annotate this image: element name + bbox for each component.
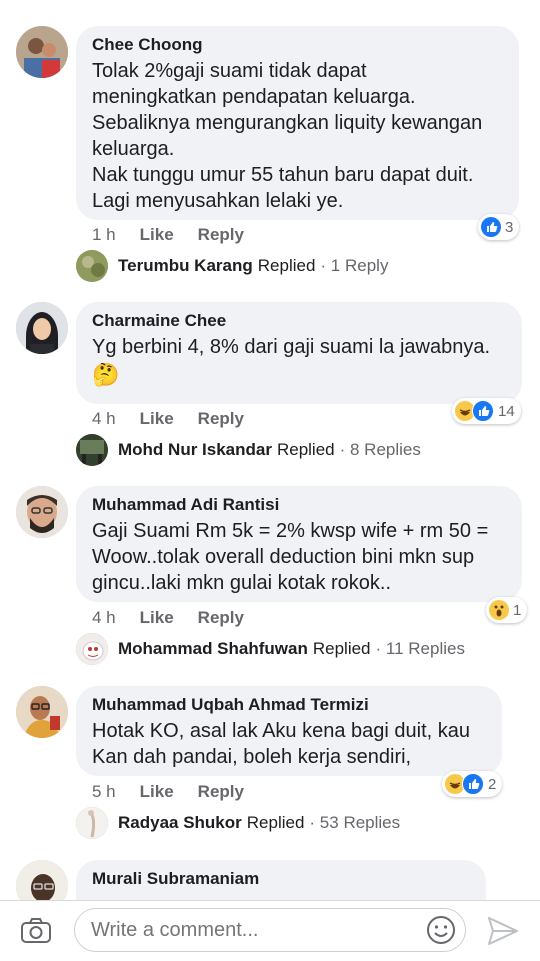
comment-actions: 4 h Like Reply [92, 608, 244, 628]
replies-summary[interactable]: Terumbu Karang Replied · 1 Reply [76, 250, 388, 282]
comment-text: Tolak 2%gaji suami tidak dapat meningkat… [92, 60, 483, 212]
comment-time: 5 h [92, 782, 116, 801]
comment-author[interactable]: Chee Choong [92, 34, 503, 56]
reply-author[interactable]: Terumbu Karang [118, 256, 253, 276]
comment-author[interactable]: Muhammad Uqbah Ahmad Termizi [92, 694, 486, 716]
comment-time: 1 h [92, 225, 116, 244]
reaction-count: 1 [513, 601, 522, 619]
avatar[interactable] [16, 302, 68, 354]
reply-button[interactable]: Reply [198, 782, 244, 802]
thinking-face-emoji: 🤔 [92, 362, 120, 387]
replies-summary[interactable]: Mohd Nur Iskandar Replied · 8 Replies [76, 434, 421, 466]
reply-avatar [76, 633, 108, 665]
reply-author[interactable]: Radyaa Shukor [118, 813, 242, 833]
replies-summary[interactable]: Mohammad Shahfuwan Replied · 11 Replies [76, 633, 465, 665]
reply-button[interactable]: Reply [198, 409, 244, 429]
replied-label: Replied [246, 813, 305, 832]
reaction-count: 3 [505, 218, 514, 236]
comment-composer-bar [0, 900, 540, 961]
like-reaction-icon [462, 773, 484, 795]
like-button[interactable]: Like [140, 782, 174, 802]
like-button[interactable]: Like [140, 409, 174, 429]
wow-reaction-icon [489, 600, 509, 620]
comment-bubble[interactable]: Charmaine Chee Yg berbini 4, 8% dari gaj… [76, 302, 522, 404]
avatar[interactable] [16, 686, 68, 738]
reply-author[interactable]: Mohd Nur Iskandar [118, 440, 272, 460]
comment-text: Yg berbini 4, 8% dari gaji suami la jawa… [92, 336, 490, 358]
reply-avatar [76, 434, 108, 466]
comment-actions: 5 h Like Reply [92, 782, 244, 802]
emoji-icon[interactable] [426, 915, 456, 945]
reply-author[interactable]: Mohammad Shahfuwan [118, 639, 308, 659]
comment-bubble[interactable]: Muhammad Uqbah Ahmad Termizi Hotak KO, a… [76, 686, 502, 776]
comment-input[interactable] [74, 908, 466, 952]
comment-actions: 1 h Like Reply [92, 225, 244, 245]
comment-text: Gaji Suami Rm 5k = 2% kwsp wife + rm 50 … [92, 520, 489, 594]
replied-label: Replied [312, 639, 371, 658]
reaction-count: 14 [498, 402, 515, 420]
comment-author[interactable]: Charmaine Chee [92, 310, 506, 332]
reaction-summary[interactable]: 1 [486, 597, 528, 623]
comment-author[interactable]: Murali Subramaniam [92, 868, 470, 890]
like-reaction-icon [481, 217, 501, 237]
like-button[interactable]: Like [140, 225, 174, 245]
comment-bubble[interactable]: Muhammad Adi Rantisi Gaji Suami Rm 5k = … [76, 486, 522, 602]
reaction-summary[interactable]: 3 [478, 214, 520, 240]
partial-reaction-bubble [76, 0, 120, 4]
comment-time: 4 h [92, 608, 116, 627]
comment-time: 4 h [92, 409, 116, 428]
reaction-count: 2 [488, 775, 497, 793]
send-icon[interactable] [486, 915, 520, 947]
avatar[interactable] [16, 486, 68, 538]
comment-bubble[interactable]: Chee Choong Tolak 2%gaji suami tidak dap… [76, 26, 519, 220]
reaction-summary[interactable]: 2 [442, 771, 503, 797]
comment-text: Hotak KO, asal lak Aku kena bagi duit, k… [92, 720, 470, 768]
reply-avatar [76, 807, 108, 839]
like-reaction-icon [472, 400, 494, 422]
reply-count[interactable]: · 53 Replies [309, 813, 400, 833]
reaction-summary[interactable]: 14 [452, 398, 521, 424]
replied-label: Replied [276, 440, 335, 459]
reply-count[interactable]: · 11 Replies [376, 639, 465, 659]
reply-avatar [76, 250, 108, 282]
comment-author[interactable]: Muhammad Adi Rantisi [92, 494, 506, 516]
like-button[interactable]: Like [140, 608, 174, 628]
replied-label: Replied [257, 256, 316, 275]
reply-button[interactable]: Reply [198, 608, 244, 628]
replies-summary[interactable]: Radyaa Shukor Replied · 53 Replies [76, 807, 400, 839]
reply-count[interactable]: · 8 Replies [340, 440, 421, 460]
avatar[interactable] [16, 26, 68, 78]
reply-button[interactable]: Reply [198, 225, 244, 245]
reply-count[interactable]: · 1 Reply [320, 256, 388, 276]
comment-actions: 4 h Like Reply [92, 409, 244, 429]
camera-icon[interactable] [20, 917, 52, 945]
